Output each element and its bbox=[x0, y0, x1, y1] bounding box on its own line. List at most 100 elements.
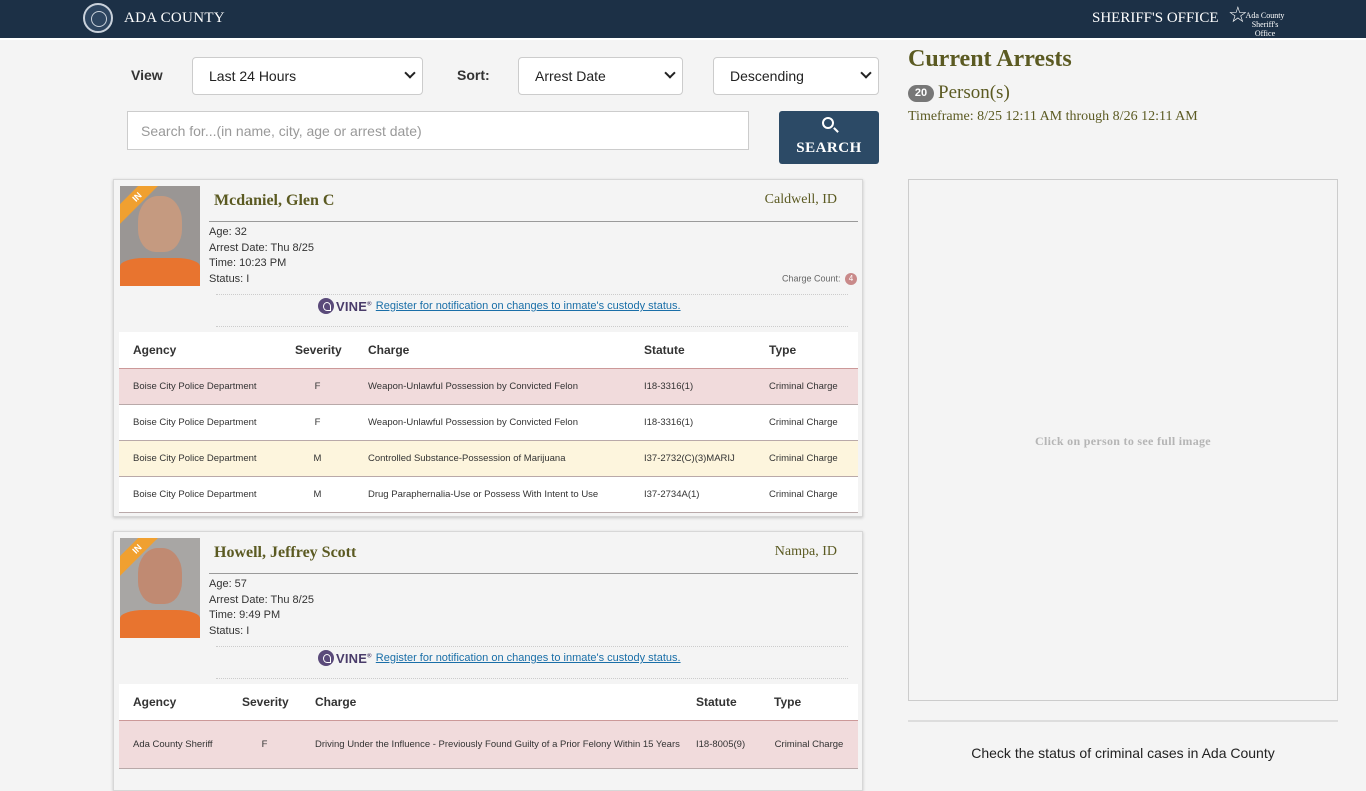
person-city: Nampa, ID bbox=[774, 544, 837, 559]
cell-severity: M bbox=[281, 476, 354, 513]
county-name[interactable]: ADA COUNTY bbox=[124, 10, 225, 27]
sort-label: Sort: bbox=[457, 67, 490, 83]
cell-agency: Boise City Police Department bbox=[119, 476, 281, 513]
cell-charge: Weapon-Unlawful Possession by Convicted … bbox=[354, 368, 630, 405]
col-statute: Statute bbox=[682, 684, 760, 721]
person-count-badge: 20 bbox=[908, 85, 934, 102]
col-type: Type bbox=[760, 684, 858, 721]
table-row: Boise City Police Department F Weapon-Un… bbox=[119, 368, 858, 405]
cell-severity: F bbox=[281, 404, 354, 441]
charges-header-row: Agency Severity Charge Statute Type bbox=[119, 332, 858, 369]
mugshot[interactable]: IN bbox=[120, 186, 200, 286]
person-name[interactable]: Howell, Jeffrey Scott bbox=[214, 544, 356, 562]
divider bbox=[908, 720, 1338, 722]
view-select[interactable]: Last 24 Hours bbox=[192, 57, 423, 95]
sheriffs-office-title[interactable]: SHERIFF'S OFFICE bbox=[1092, 10, 1219, 27]
cell-charge: Driving Under the Influence - Previously… bbox=[301, 720, 682, 769]
cell-agency: Boise City Police Department bbox=[119, 368, 281, 405]
view-label: View bbox=[131, 67, 163, 83]
person-age: Age: 32 bbox=[209, 226, 247, 238]
view-select-value: Last 24 Hours bbox=[209, 68, 297, 84]
cell-statute: I37-2734A(1) bbox=[630, 476, 755, 513]
charges-table: Agency Severity Charge Statute Type Ada … bbox=[119, 684, 858, 769]
person-status: Status: I bbox=[209, 625, 250, 638]
charges-header-row: Agency Severity Charge Statute Type bbox=[119, 684, 858, 721]
vine-notification: VINE® Register for notification on change… bbox=[318, 650, 681, 666]
col-severity: Severity bbox=[281, 332, 354, 369]
county-seal-icon[interactable] bbox=[83, 3, 113, 33]
vine-register-link[interactable]: Register for notification on changes to … bbox=[376, 300, 681, 312]
cell-charge: Weapon-Unlawful Possession by Convicted … bbox=[354, 404, 630, 441]
logo-line-1: Ada County bbox=[1245, 11, 1285, 20]
table-row: Boise City Police Department M Drug Para… bbox=[119, 476, 858, 513]
person-status: Status: I bbox=[209, 273, 250, 286]
table-row: Boise City Police Department M Controlle… bbox=[119, 440, 858, 477]
dotted-divider bbox=[216, 678, 848, 679]
timeframe: Timeframe: 8/25 12:11 AM through 8/26 12… bbox=[908, 109, 1198, 124]
dotted-divider bbox=[216, 646, 848, 647]
vine-wordmark: VINE® bbox=[336, 298, 372, 314]
case-status-link[interactable]: Check the status of criminal cases in Ad… bbox=[908, 745, 1338, 761]
cell-type: Criminal Charge bbox=[760, 720, 858, 769]
mugshot-face bbox=[138, 196, 182, 252]
mugshot[interactable]: IN bbox=[120, 538, 200, 638]
mugshot-face bbox=[138, 548, 182, 604]
col-agency: Agency bbox=[119, 332, 281, 369]
mugshot-shirt bbox=[120, 258, 200, 286]
chevron-down-icon bbox=[404, 67, 416, 79]
table-row: Ada County Sheriff F Driving Under the I… bbox=[119, 720, 858, 769]
image-viewer[interactable]: Click on person to see full image bbox=[908, 179, 1338, 701]
person-count: 20 Person(s) bbox=[908, 82, 1010, 104]
order-select-value: Descending bbox=[730, 68, 804, 84]
image-viewer-hint: Click on person to see full image bbox=[1035, 434, 1211, 448]
search-icon bbox=[822, 117, 834, 129]
col-statute: Statute bbox=[630, 332, 755, 369]
person-time: Time: 10:23 PM bbox=[209, 257, 287, 270]
cell-charge: Drug Paraphernalia-Use or Possess With I… bbox=[354, 476, 630, 513]
search-button[interactable]: SEARCH bbox=[779, 111, 879, 164]
sort-select[interactable]: Arrest Date bbox=[518, 57, 683, 95]
top-bar: ADA COUNTY SHERIFF'S OFFICE ☆ Ada County… bbox=[0, 0, 1366, 40]
divider bbox=[209, 221, 858, 222]
col-type: Type bbox=[755, 332, 858, 369]
cell-statute: I37-2732(C)(3)MARIJ bbox=[630, 440, 755, 477]
chevron-down-icon bbox=[664, 67, 676, 79]
person-name[interactable]: Mcdaniel, Glen C bbox=[214, 192, 334, 210]
person-arrest-date: Arrest Date: Thu 8/25 bbox=[209, 593, 314, 606]
person-info: Age: 32 Arrest Date: Thu 8/25 Time: 10:2… bbox=[209, 225, 314, 288]
logo-line-2: Sheriff's Office bbox=[1251, 20, 1279, 38]
arrest-card[interactable]: IN Mcdaniel, Glen C Caldwell, ID Age: 32… bbox=[113, 179, 863, 517]
person-info: Age: 57 Arrest Date: Thu 8/25 Time: 9:49… bbox=[209, 577, 314, 640]
cell-charge: Controlled Substance-Possession of Marij… bbox=[354, 440, 630, 477]
person-city: Caldwell, ID bbox=[764, 192, 837, 207]
cell-severity: M bbox=[281, 440, 354, 477]
page-title: Current Arrests bbox=[908, 46, 1072, 72]
sheriff-star-logo[interactable]: ☆ Ada County Sheriff's Office bbox=[1228, 3, 1285, 39]
col-agency: Agency bbox=[119, 684, 228, 721]
person-count-label: Person(s) bbox=[938, 82, 1010, 103]
cell-agency: Boise City Police Department bbox=[119, 440, 281, 477]
cell-statute: I18-3316(1) bbox=[630, 368, 755, 405]
order-select[interactable]: Descending bbox=[713, 57, 879, 95]
vine-notification: VINE® Register for notification on change… bbox=[318, 298, 681, 314]
charges-table: Agency Severity Charge Statute Type Bois… bbox=[119, 332, 858, 513]
person-time: Time: 9:49 PM bbox=[209, 609, 281, 622]
vine-logo-icon bbox=[318, 650, 334, 666]
cell-type: Criminal Charge bbox=[755, 476, 858, 513]
dotted-divider bbox=[216, 326, 848, 327]
arrest-card[interactable]: IN Howell, Jeffrey Scott Nampa, ID Age: … bbox=[113, 531, 863, 791]
cell-severity: F bbox=[281, 368, 354, 405]
charge-count-label: Charge Count: bbox=[781, 273, 841, 284]
cell-type: Criminal Charge bbox=[755, 440, 858, 477]
cell-agency: Boise City Police Department bbox=[119, 404, 281, 441]
cell-statute: I18-3316(1) bbox=[630, 404, 755, 441]
vine-wordmark: VINE® bbox=[336, 650, 372, 666]
table-row: Boise City Police Department F Weapon-Un… bbox=[119, 404, 858, 441]
person-age: Age: 57 bbox=[209, 578, 247, 590]
cell-type: Criminal Charge bbox=[755, 368, 858, 405]
col-charge: Charge bbox=[301, 684, 682, 721]
vine-register-link[interactable]: Register for notification on changes to … bbox=[376, 652, 681, 664]
person-arrest-date: Arrest Date: Thu 8/25 bbox=[209, 241, 314, 254]
search-input[interactable]: Search for...(in name, city, age or arre… bbox=[127, 111, 749, 150]
col-charge: Charge bbox=[354, 332, 630, 369]
